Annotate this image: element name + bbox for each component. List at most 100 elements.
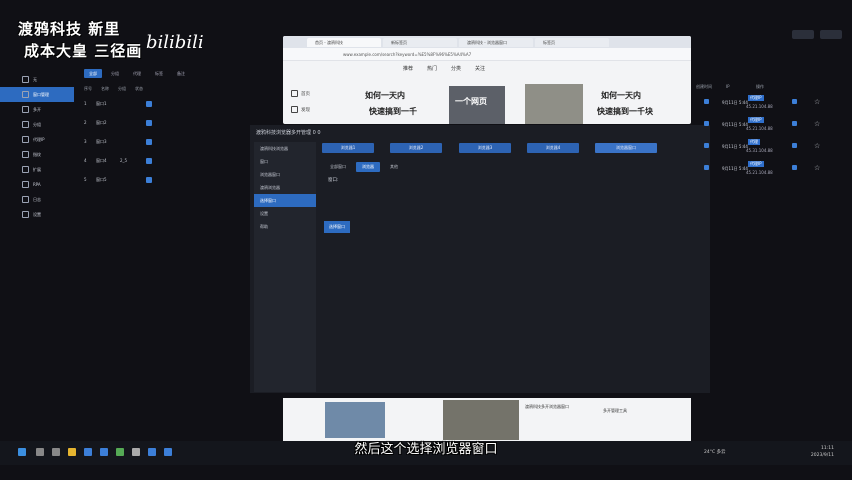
table-row[interactable]: 9月11日 5:44 代理IP 45.21.104.88 ☆ — [696, 160, 836, 182]
dialog-sidebar-item[interactable]: 窗口 — [254, 155, 316, 168]
dialog-sidebar-item[interactable]: 设置 — [254, 207, 316, 220]
table-row[interactable]: 5 窗口5 — [84, 170, 190, 189]
table-row[interactable]: 1 窗口1 — [84, 94, 190, 113]
row-name: 窗口2 — [96, 119, 107, 125]
refresh-icon[interactable] — [704, 99, 709, 104]
window-button[interactable]: 浏览器1 — [322, 143, 374, 153]
browser-tab[interactable]: 标签页 — [535, 37, 609, 47]
refresh-icon[interactable] — [704, 121, 709, 126]
table-row[interactable]: 3 窗口3 — [84, 132, 190, 151]
watermark: 渡鸦科技 新里 成本大皇 三径画 bilibili — [18, 18, 204, 66]
open-icon[interactable] — [146, 176, 152, 183]
watermark-line2: 成本大皇 三径画 — [24, 42, 143, 60]
address-bar[interactable]: www.example.com/search?keyword=%E5%8F%96… — [283, 48, 691, 61]
star-icon[interactable]: ☆ — [814, 164, 820, 172]
tab-tag[interactable]: 标签 — [150, 69, 168, 78]
user-menu[interactable] — [792, 30, 814, 39]
site-nav-item[interactable]: 热门 — [427, 65, 437, 72]
star-icon[interactable]: ☆ — [814, 120, 820, 128]
table-row[interactable]: 9月11日 5:44 代理 45.31.104.88 ☆ — [696, 138, 836, 160]
sidebar-item-8[interactable]: 日志 — [0, 192, 74, 207]
row-index: 4 — [84, 158, 87, 163]
browser-window: 首页 - 渡鸦科技 新标签页 渡鸦科技 - 浏览器窗口 标签页 www.exam… — [283, 36, 691, 124]
sidebar-item-4[interactable]: 代理IP — [0, 132, 74, 147]
sidebar-item-0[interactable]: 无 — [0, 72, 74, 87]
browser-tab[interactable]: 新标签页 — [383, 37, 457, 47]
row-name: 窗口3 — [96, 138, 107, 144]
table-row[interactable]: 9月11日 5:44 代理IP 45.21.104.88 ☆ — [696, 94, 836, 116]
sidebar-item-2[interactable]: 多开 — [0, 102, 74, 117]
sidebar-item-7[interactable]: RPA — [0, 177, 74, 192]
subtab[interactable]: 全部窗口 — [330, 164, 346, 170]
site-nav-item[interactable]: 分类 — [451, 65, 461, 72]
row-group: 2_5 — [120, 158, 128, 163]
open-icon[interactable] — [146, 119, 152, 126]
settings-button[interactable] — [820, 30, 842, 39]
dialog-sidebar-item[interactable]: 帮助 — [254, 220, 316, 233]
video-thumbnail[interactable] — [443, 400, 519, 440]
row-index: 1 — [84, 101, 87, 106]
sidebar-item-5[interactable]: 指纹 — [0, 147, 74, 162]
main-tabs: 全部 分组 代理 标签 备注 — [84, 69, 190, 78]
site-nav-item[interactable]: 推荐 — [403, 65, 413, 72]
table-row[interactable]: 4 窗口4 2_5 — [84, 151, 190, 170]
proxy-badge: 代理IP — [748, 117, 764, 123]
row-index: 3 — [84, 139, 87, 144]
sidebar-item-1[interactable]: 窗口管理 — [0, 87, 74, 102]
site-sidebar-label: 首页 — [301, 91, 310, 97]
site-sidebar-discover[interactable]: 发现 — [291, 106, 310, 113]
refresh-icon[interactable] — [704, 143, 709, 148]
column-header: 分组 — [118, 86, 126, 91]
open-icon[interactable] — [146, 157, 152, 164]
star-icon[interactable]: ☆ — [814, 98, 820, 106]
window-button[interactable]: 浏览器3 — [459, 143, 511, 153]
dialog-subtabs: 全部窗口 浏览器 其他 — [330, 162, 398, 172]
dialog-sidebar-item[interactable]: 浏览器窗口 — [254, 168, 316, 181]
subtab[interactable]: 其他 — [390, 164, 398, 170]
sidebar-item-6[interactable]: 扩展 — [0, 162, 74, 177]
sidebar-item-3[interactable]: 分组 — [0, 117, 74, 132]
dialog-sidebar-item[interactable]: 渡鸦科技浏览器 — [254, 142, 316, 155]
dialog-sidebar-item[interactable]: 渡鸦浏览器 — [254, 181, 316, 194]
video-thumbnail[interactable] — [525, 84, 583, 124]
tab-proxy[interactable]: 代理 — [128, 69, 146, 78]
star-icon[interactable]: ☆ — [814, 142, 820, 150]
sidebar-label: 指纹 — [33, 151, 41, 157]
tab-all[interactable]: 全部 — [84, 69, 102, 78]
video-thumbnail[interactable] — [325, 402, 385, 438]
video-subtitle: 然后这个选择浏览器窗口 — [354, 442, 498, 457]
sidebar-label: 分组 — [33, 121, 41, 127]
edit-icon[interactable] — [792, 165, 797, 170]
sidebar-label: 代理IP — [33, 136, 45, 142]
edit-icon[interactable] — [792, 121, 797, 126]
window-button-selected[interactable]: 浏览器窗口 — [595, 143, 657, 153]
site-sidebar-home[interactable]: 首页 — [291, 90, 310, 97]
browser-tab[interactable]: 渡鸦科技 - 浏览器窗口 — [459, 37, 533, 47]
row-index: 5 — [84, 177, 87, 182]
tab-note[interactable]: 备注 — [172, 69, 190, 78]
site-sidebar-label: 发现 — [301, 107, 310, 113]
tab-group[interactable]: 分组 — [106, 69, 124, 78]
sidebar-label: 扩展 — [33, 166, 41, 172]
fingerprint-icon — [22, 151, 29, 158]
subtab-active[interactable]: 浏览器 — [356, 162, 380, 172]
open-icon[interactable] — [146, 100, 152, 107]
window-button[interactable]: 浏览器2 — [390, 143, 442, 153]
edit-icon[interactable] — [792, 143, 797, 148]
browser-tabstrip: 首页 - 渡鸦科技 新标签页 渡鸦科技 - 浏览器窗口 标签页 — [283, 36, 691, 48]
sidebar-item-9[interactable]: 设置 — [0, 207, 74, 222]
select-window-button[interactable]: 选择窗口 — [324, 221, 350, 233]
window-field-label: 窗口: — [328, 178, 339, 183]
open-icon[interactable] — [146, 138, 152, 145]
banner-right-line2: 快速搞到一千块 — [597, 106, 653, 116]
dialog-sidebar-item[interactable]: 选择窗口 — [254, 194, 316, 207]
column-header: 操作 — [756, 84, 764, 89]
table-row[interactable]: 2 窗口2 — [84, 113, 190, 132]
table-row[interactable]: 9月11日 5:44 代理IP 45.21.104.88 ☆ — [696, 116, 836, 138]
site-nav-item[interactable]: 关注 — [475, 65, 485, 72]
window-button[interactable]: 浏览器4 — [527, 143, 579, 153]
row-name: 窗口4 — [96, 157, 107, 163]
browser-tab[interactable]: 首页 - 渡鸦科技 — [307, 37, 381, 47]
edit-icon[interactable] — [792, 99, 797, 104]
refresh-icon[interactable] — [704, 165, 709, 170]
